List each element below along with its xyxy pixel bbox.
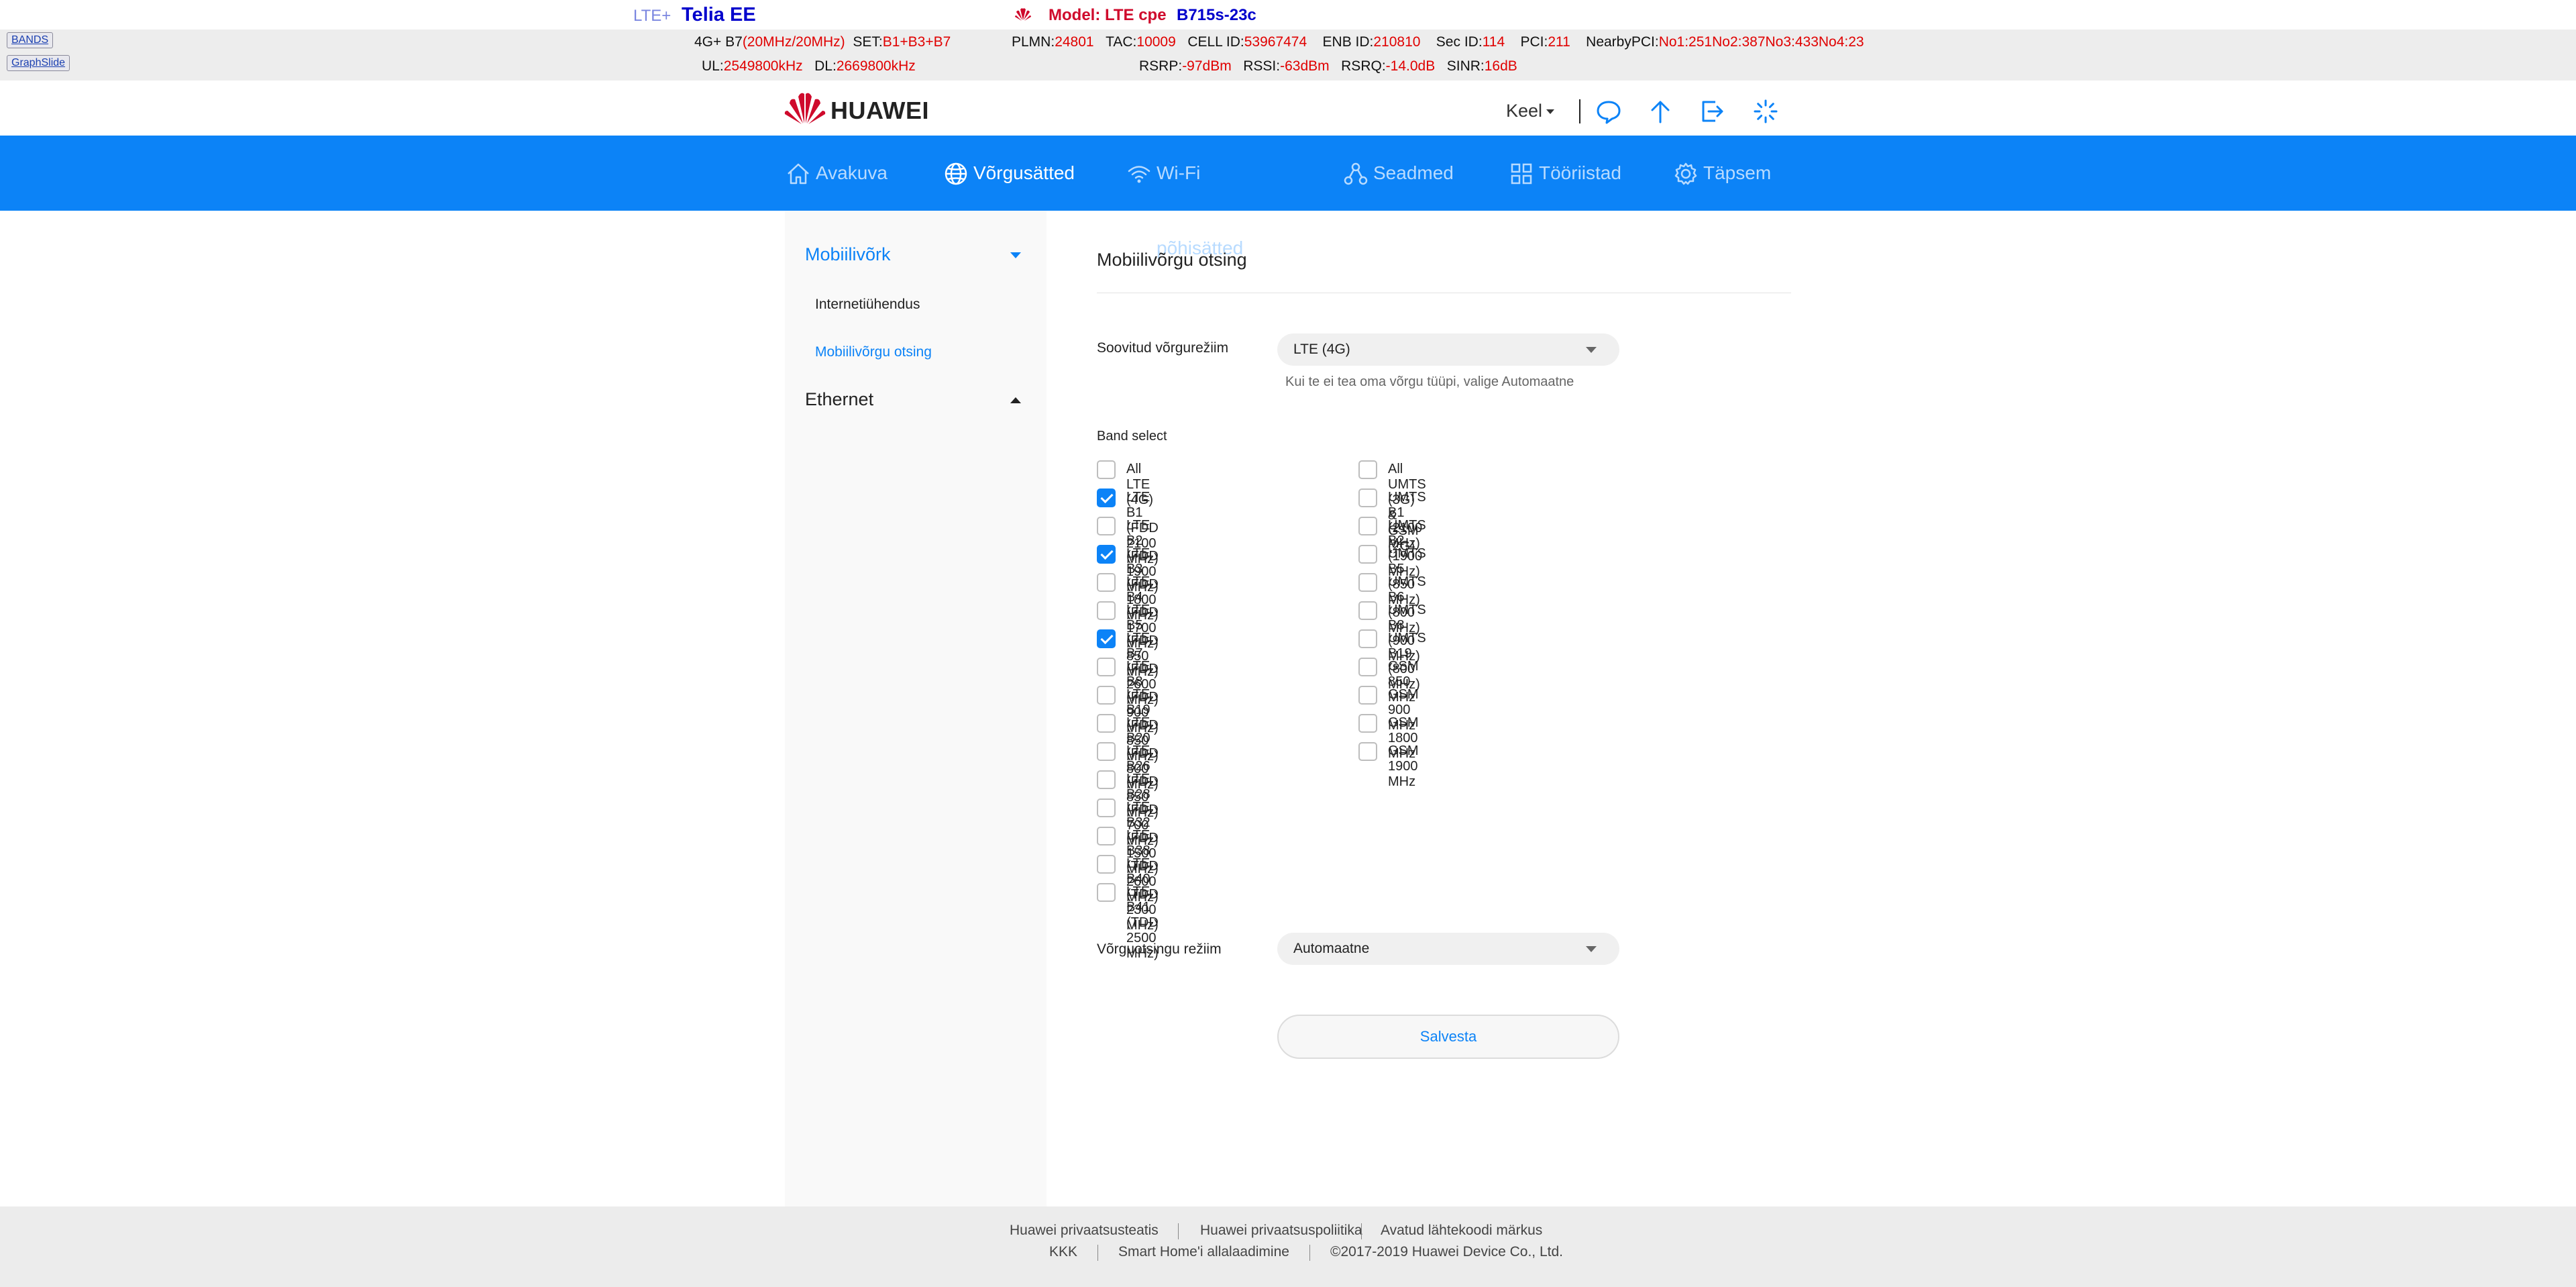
checkbox-icon[interactable]	[1097, 714, 1116, 733]
checkbox-icon[interactable]	[1097, 855, 1116, 874]
logout-icon[interactable]	[1699, 98, 1726, 125]
checkbox-icon[interactable]	[1358, 658, 1377, 676]
upload-icon[interactable]	[1647, 98, 1674, 125]
checkbox-icon[interactable]	[1097, 460, 1116, 479]
footer-divider	[1361, 1223, 1362, 1239]
status-frequencies: UL:2549800kHz DL:2669800kHz	[702, 58, 916, 74]
footer-copyright: ©2017-2019 Huawei Device Co., Ltd.	[1330, 1244, 1564, 1259]
footer-link-open-source[interactable]: Avatud lähtekoodi märkus	[1381, 1223, 1542, 1239]
network-tech: LTE+	[633, 7, 672, 25]
header-divider	[1579, 99, 1580, 123]
footer-link-faq[interactable]: KKK	[1049, 1244, 1077, 1260]
signal-status-overlay: LTE+ Telia EE Model: LTE cpe B715s-23c B…	[0, 0, 2576, 81]
top-header: HUAWEI Keel	[0, 81, 2576, 136]
huawei-logo-icon	[784, 93, 826, 124]
tools-icon	[1511, 163, 1532, 185]
save-button[interactable]: Salvesta	[1277, 1015, 1619, 1059]
checkbox-icon[interactable]	[1097, 573, 1116, 592]
checkbox-icon[interactable]	[1097, 883, 1116, 902]
checkbox-icon[interactable]	[1358, 517, 1377, 535]
checkbox-icon[interactable]	[1097, 517, 1116, 535]
band-select-heading: Band select	[1097, 429, 1167, 444]
huawei-logo-small-icon	[1015, 8, 1031, 21]
checkbox-icon[interactable]	[1358, 488, 1377, 507]
operator-name: Telia EE	[682, 4, 756, 25]
checkbox-checked-icon[interactable]	[1097, 488, 1116, 507]
chevron-down-icon[interactable]	[1010, 252, 1021, 258]
checkbox-icon[interactable]	[1358, 601, 1377, 620]
bands-button[interactable]: BANDS	[7, 32, 54, 48]
model-name: B715s-23c	[1177, 6, 1256, 24]
checkbox-icon[interactable]	[1358, 629, 1377, 648]
page-footer: Huawei privaatsusteatis Huawei privaatsu…	[0, 1206, 2576, 1287]
checkbox-icon[interactable]	[1358, 545, 1377, 564]
checkbox-icon[interactable]	[1358, 714, 1377, 733]
footer-link-privacy-policy[interactable]: Huawei privaatsuspoliitika	[1200, 1223, 1362, 1239]
chevron-down-icon	[1546, 109, 1555, 115]
language-dropdown[interactable]: Keel	[1506, 101, 1555, 121]
checkbox-checked-icon[interactable]	[1097, 545, 1116, 564]
huawei-logo-text: HUAWEI	[830, 97, 929, 124]
status-row-header: LTE+ Telia EE Model: LTE cpe B715s-23c	[0, 0, 2576, 30]
chevron-down-icon	[1586, 347, 1597, 353]
status-bands: 4G+ B7(20MHz/20MHz) SET:B1+B3+B7	[694, 34, 951, 50]
footer-divider	[1178, 1223, 1179, 1239]
chevron-down-icon	[1586, 946, 1597, 952]
footer-link-privacy-notice[interactable]: Huawei privaatsusteatis	[1010, 1223, 1159, 1239]
preferred-mode-select[interactable]: LTE (4G)	[1277, 333, 1619, 366]
checkbox-icon[interactable]	[1097, 799, 1116, 817]
checkbox-icon[interactable]	[1358, 742, 1377, 761]
footer-divider	[1309, 1245, 1310, 1261]
wifi-icon	[1128, 166, 1150, 183]
chevron-up-icon[interactable]	[1010, 397, 1021, 403]
devices-icon	[1344, 162, 1368, 185]
loading-icon[interactable]	[1752, 98, 1779, 125]
footer-divider	[1097, 1245, 1098, 1261]
checkbox-icon[interactable]	[1097, 686, 1116, 705]
sidebar-section-ethernet[interactable]: Ethernet	[805, 389, 873, 410]
message-icon[interactable]	[1595, 98, 1622, 125]
checkbox-icon[interactable]	[1097, 770, 1116, 789]
search-mode-select[interactable]: Automaatne	[1277, 933, 1619, 965]
checkbox-icon[interactable]	[1358, 460, 1377, 479]
search-mode-label: Võrguotsingu režiim	[1097, 941, 1222, 957]
checkbox-icon[interactable]	[1358, 573, 1377, 592]
footer-link-smart-home[interactable]: Smart Home'i allalaadimine	[1118, 1244, 1289, 1260]
page-title: Mobiilivõrgu otsing	[1097, 250, 1247, 270]
status-signal: RSRP:-97dBm RSSI:-63dBm RSRQ:-14.0dB SIN…	[1139, 58, 1517, 74]
settings-sidebar: Mobiilivõrk Internetiühendus Mobiilivõrg…	[785, 211, 1046, 1206]
checkbox-checked-icon[interactable]	[1097, 629, 1116, 648]
status-rows: BANDS GraphSlide 4G+ B7(20MHz/20MHz) SET…	[0, 30, 2576, 81]
checkbox-icon[interactable]	[1097, 601, 1116, 620]
sidebar-item-internet-connection[interactable]: Internetiühendus	[815, 297, 920, 313]
globe-icon	[945, 162, 967, 185]
status-cell-info: PLMN:24801 TAC:10009 CELL ID:53967474 EN…	[1012, 34, 1864, 50]
checkbox-icon[interactable]	[1097, 827, 1116, 845]
sidebar-section-mobile-network[interactable]: Mobiilivõrk	[805, 244, 891, 265]
graphslide-button[interactable]: GraphSlide	[7, 55, 70, 71]
preferred-mode-hint: Kui te ei tea oma võrgu tüüpi, valige Au…	[1285, 374, 1574, 389]
checkbox-icon[interactable]	[1097, 742, 1116, 761]
settings-icon	[1674, 162, 1697, 185]
checkbox-icon[interactable]	[1097, 658, 1116, 676]
checkbox-icon[interactable]	[1358, 686, 1377, 705]
model-label: Model: LTE cpe	[1049, 6, 1167, 24]
sidebar-item-network-search[interactable]: Mobiilivõrgu otsing	[815, 344, 932, 360]
main-nav: Avakuva Võrgusätted Wi-Fi põhisätted Sea…	[0, 136, 2576, 258]
home-icon	[788, 163, 809, 185]
preferred-mode-label: Soovitud võrgurežiim	[1097, 340, 1229, 356]
